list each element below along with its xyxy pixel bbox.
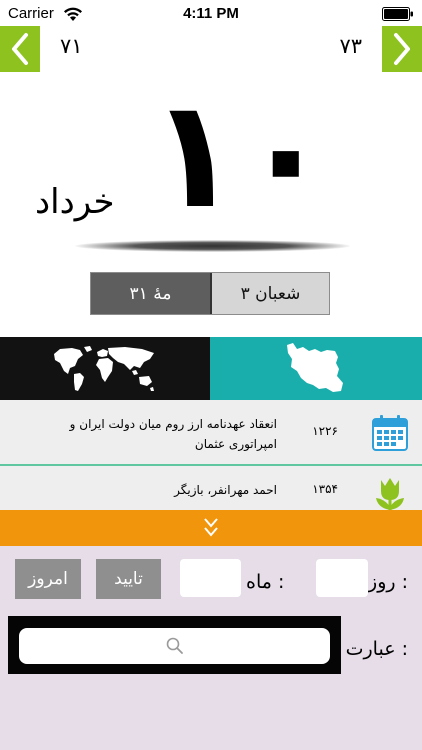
event-description: احمد مهرانفر، بازیگر xyxy=(174,483,277,497)
previous-day-button[interactable] xyxy=(0,26,40,72)
events-list: انعقاد عهدنامه ارز روم میان دولت ایران و… xyxy=(0,400,422,510)
confirm-button[interactable]: تایید xyxy=(96,559,161,599)
previous-day-number: ۷۱ xyxy=(60,34,83,58)
day-label: روز : xyxy=(368,571,408,593)
event-description: انعقاد عهدنامه ارز روم میان دولت ایران و… xyxy=(69,417,277,451)
chevron-right-icon xyxy=(394,33,410,65)
world-map-icon xyxy=(54,345,154,391)
search-icon xyxy=(166,637,183,654)
region-tabs xyxy=(0,337,422,400)
month-label: ماه : xyxy=(246,571,285,593)
chevron-left-icon xyxy=(12,33,28,65)
tab-iran-events[interactable] xyxy=(210,337,422,400)
hijri-date-segment[interactable]: ۳ شعبان xyxy=(209,273,329,314)
today-button[interactable]: امروز xyxy=(15,559,81,599)
double-chevron-down-icon xyxy=(204,518,218,537)
event-row[interactable]: انعقاد عهدنامه ارز روم میان دولت ایران و… xyxy=(0,400,422,466)
expand-events-button[interactable] xyxy=(0,510,422,546)
event-row[interactable]: احمد مهرانفر، بازیگر ۱۳۵۴ xyxy=(0,468,422,510)
date-divider-shadow xyxy=(75,240,350,252)
gregorian-date-segment[interactable]: ۳۱ مهٔ xyxy=(91,273,210,314)
next-day-button[interactable] xyxy=(382,26,422,72)
status-time: 4:11 PM xyxy=(183,5,239,22)
iran-map-icon xyxy=(287,342,343,392)
month-input[interactable] xyxy=(180,559,241,597)
date-search-panel: روز : ماه : تایید امروز عبارت : xyxy=(0,546,422,750)
tab-world-events[interactable] xyxy=(0,337,210,400)
next-day-number: ۷۳ xyxy=(339,34,362,58)
tulip-icon xyxy=(376,478,404,510)
current-month-name: خرداد xyxy=(35,182,115,222)
search-input[interactable] xyxy=(19,628,330,664)
event-year: ۱۳۵۴ xyxy=(312,482,338,496)
day-input[interactable] xyxy=(316,559,368,597)
search-bar xyxy=(8,616,341,674)
battery-icon xyxy=(382,7,413,21)
phrase-label: عبارت : xyxy=(345,638,408,660)
current-day-number: ۱۰ xyxy=(148,68,335,242)
status-bar: Carrier 4:11 PM xyxy=(0,0,422,30)
calendar-system-toggle: ۳۱ مهٔ ۳ شعبان xyxy=(90,272,330,315)
event-year: ۱۲۲۶ xyxy=(312,424,338,438)
calendar-icon xyxy=(372,415,408,451)
